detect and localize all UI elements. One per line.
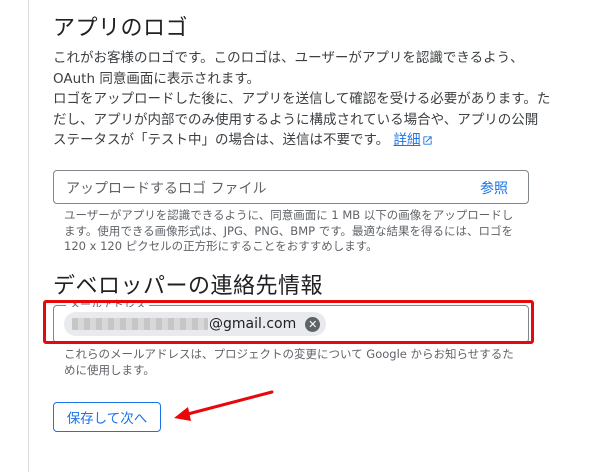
browse-button[interactable]: 参照 [480,178,508,198]
logo-upload-hint: ユーザーがアプリを認識できるように、同意画面に 1 MB 以下の画像をアップロー… [64,208,514,253]
logo-section-description: これがお客様のロゴです。このロゴは、ユーザーがアプリを認識できるよう、OAuth… [53,48,551,151]
developer-email-hint: これらのメールアドレスは、プロジェクトの変更について Google からお知らせ… [64,347,514,377]
logo-desc-paragraph-2: ロゴをアップロードした後に、アプリを送信して確認を受ける必要があります。ただし、… [53,89,551,151]
learn-more-link[interactable]: 詳細 [393,132,420,148]
left-divider [28,0,29,472]
oauth-consent-page: アプリのロゴ これがお客様のロゴです。このロゴは、ユーザーがアプリを認識できるよ… [0,0,613,472]
annotation-arrow-icon [174,390,274,421]
developer-contact-title: デベロッパーの連絡先情報 [53,274,324,299]
logo-upload-placeholder: アップロードするロゴ ファイル [66,181,267,197]
logo-desc-paragraph-1: これがお客様のロゴです。このロゴは、ユーザーがアプリを認識できるよう、OAuth… [53,50,524,87]
annotation-highlight-box [43,300,534,344]
logo-desc-text: ロゴをアップロードした後に、アプリを送信して確認を受ける必要があります。ただし、… [53,91,551,148]
open-in-new-icon [423,135,433,145]
logo-section-title: アプリのロゴ [53,16,189,41]
save-and-continue-button[interactable]: 保存して次へ [53,402,161,432]
logo-upload-field[interactable]: アップロードするロゴ ファイル 参照 [53,170,529,204]
